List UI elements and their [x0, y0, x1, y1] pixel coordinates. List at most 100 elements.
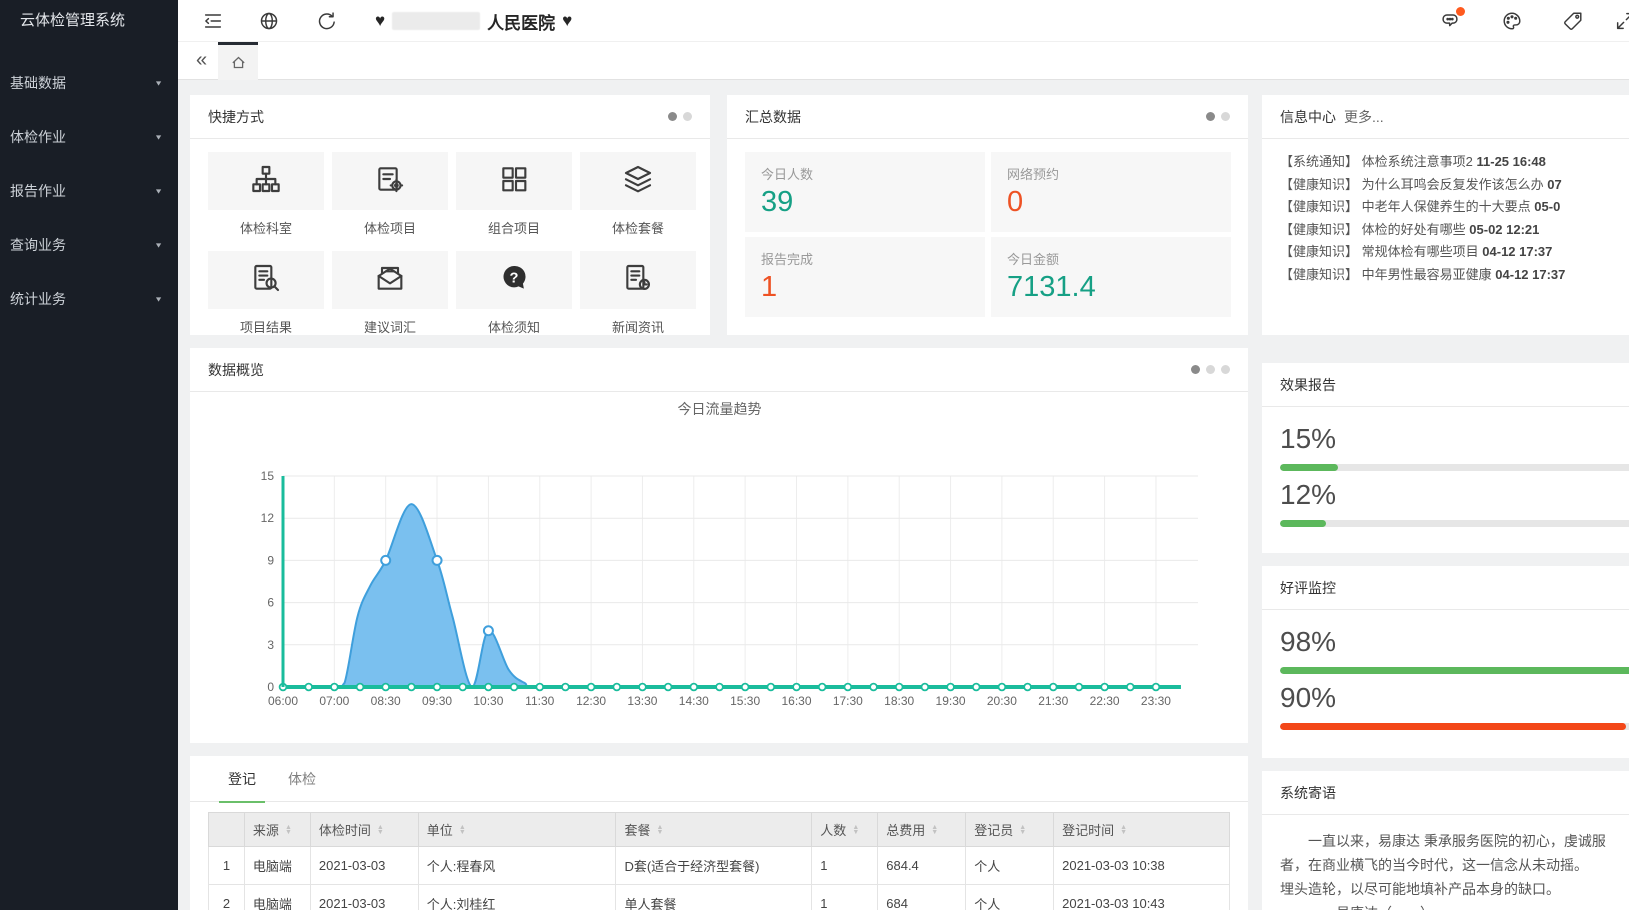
col-套餐[interactable]: 套餐▲▼: [616, 813, 812, 847]
refresh-icon[interactable]: [316, 10, 338, 32]
col-总费用[interactable]: 总费用▲▼: [878, 813, 966, 847]
topbar: ♥ 人民医院 ♥: [178, 0, 1629, 42]
metric: 90%: [1280, 682, 1629, 730]
table-cell: 1: [812, 885, 878, 910]
system-message-line: ——易康达（……）: [1280, 901, 1629, 910]
carousel-dot[interactable]: [1221, 112, 1230, 121]
tag-icon[interactable]: [1562, 10, 1584, 32]
panel-data-overview: 数据概览 今日流量趋势0369121506:0007:0008:3009:301…: [190, 348, 1248, 743]
info-item[interactable]: 【系统通知】 体检系统注意事项2 11-25 16:48: [1280, 151, 1629, 174]
tab-体检[interactable]: 体检: [272, 756, 332, 802]
info-item[interactable]: 【健康知识】 中老年人保健养生的十大要点 05-0: [1280, 196, 1629, 219]
shortcut-item-3[interactable]: 组合项目: [456, 152, 572, 237]
more-link[interactable]: 更多...: [1344, 107, 1384, 127]
panel-title: 汇总数据: [745, 107, 801, 127]
stat-label: 今日金额: [1007, 249, 1215, 268]
shortcut-item-5[interactable]: 项目结果: [208, 251, 324, 336]
info-time: 05-02 12:21: [1469, 222, 1539, 237]
progress-fill: [1280, 723, 1626, 730]
shortcut-label: 新闻资讯: [612, 317, 664, 336]
shortcut-label: 组合项目: [488, 218, 540, 237]
info-item[interactable]: 【健康知识】 为什么耳鸣会反复发作该怎么办 07: [1280, 174, 1629, 197]
collapse-sidebar-button[interactable]: «: [188, 42, 215, 80]
col-登记时间[interactable]: 登记时间▲▼: [1054, 813, 1230, 847]
svg-text:10:30: 10:30: [473, 694, 503, 708]
panel-shortcuts: 快捷方式 体检科室 体检项目 组合项目 体检套餐 项目结果 建议词汇 ? 体检须…: [190, 95, 710, 335]
col-体检时间[interactable]: 体检时间▲▼: [310, 813, 418, 847]
fullscreen-icon[interactable]: [1614, 10, 1629, 32]
shortcut-item-4[interactable]: 体检套餐: [580, 152, 696, 237]
palette-icon[interactable]: [1501, 10, 1523, 32]
shortcut-item-8[interactable]: 新闻资讯: [580, 251, 696, 336]
chevron-down-icon: ▼: [154, 187, 163, 195]
col-登记员[interactable]: 登记员▲▼: [966, 813, 1054, 847]
table-cell: 684: [878, 885, 966, 910]
sidebar-item-5[interactable]: 统计业务▼: [0, 272, 178, 326]
svg-text:12: 12: [261, 511, 275, 525]
info-item[interactable]: 【健康知识】 体检的好处有哪些 05-02 12:21: [1280, 219, 1629, 242]
svg-text:?: ?: [510, 270, 519, 286]
stat-label: 网络预约: [1007, 164, 1215, 183]
doc-gear-icon: [374, 163, 406, 200]
carousel-dot[interactable]: [1191, 365, 1200, 374]
effect-metrics: 15% 12%: [1262, 407, 1629, 535]
sidebar-item-1[interactable]: 基础数据▼: [0, 56, 178, 110]
chat-bubble-icon[interactable]: [1439, 10, 1461, 32]
panel-info-center: 信息中心 更多... 【系统通知】 体检系统注意事项2 11-25 16:48【…: [1262, 95, 1629, 335]
carousel-dot[interactable]: [1206, 365, 1215, 374]
stat-label: 报告完成: [761, 249, 969, 268]
shortcut-item-1[interactable]: 体检科室: [208, 152, 324, 237]
svg-text:3: 3: [267, 638, 274, 652]
col-来源[interactable]: 来源▲▼: [244, 813, 310, 847]
info-item[interactable]: 【健康知识】 中年男性最容易亚健康 04-12 17:37: [1280, 264, 1629, 287]
table-row[interactable]: 2电脑端2021-03-03个人:刘桂红单人套餐1684个人2021-03-03…: [209, 885, 1230, 910]
info-item[interactable]: 【健康知识】 常规体检有哪些项目 04-12 17:37: [1280, 241, 1629, 264]
carousel-dot[interactable]: [1206, 112, 1215, 121]
sort-icons: ▲▼: [1120, 825, 1127, 835]
grid-icon: [498, 163, 530, 200]
panel-summary: 汇总数据 今日人数 39 网络预约 0 报告完成 1 今日金额 7131.4: [727, 95, 1248, 335]
carousel-dot[interactable]: [668, 112, 677, 121]
worklist-tabs: 登记体检: [190, 756, 1248, 802]
table-cell: 684.4: [878, 847, 966, 885]
svg-text:9: 9: [267, 553, 274, 567]
stat-value: 7131.4: [1007, 271, 1215, 304]
svg-text:19:30: 19:30: [936, 694, 966, 708]
shortcut-label: 体检项目: [364, 218, 416, 237]
shortcut-item-2[interactable]: 体检项目: [332, 152, 448, 237]
carousel-dot[interactable]: [1221, 365, 1230, 374]
sidebar-item-3[interactable]: 报告作业▼: [0, 164, 178, 218]
progress-fill: [1280, 520, 1326, 527]
svg-text:06:00: 06:00: [268, 694, 298, 708]
metric-value: 15%: [1280, 423, 1629, 455]
col-人数[interactable]: 人数▲▼: [812, 813, 878, 847]
sidebar-item-2[interactable]: 体检作业▼: [0, 110, 178, 164]
info-text: 中老年人保健养生的十大要点: [1362, 199, 1531, 214]
stat-value: 39: [761, 186, 969, 219]
sidebar-item-label: 基础数据: [10, 73, 66, 93]
svg-text:12:30: 12:30: [576, 694, 606, 708]
panel-rating-monitor: 好评监控 98% 90%: [1262, 566, 1629, 758]
shortcut-item-7[interactable]: ? 体检须知: [456, 251, 572, 336]
info-time: 04-12 17:37: [1495, 267, 1565, 282]
sidebar-menu: 基础数据▼体检作业▼报告作业▼查询业务▼统计业务▼: [0, 42, 178, 326]
table-row[interactable]: 1电脑端2021-03-03个人:程春风D套(适合于经济型套餐)1684.4个人…: [209, 847, 1230, 885]
shortcut-item-6[interactable]: 建议词汇: [332, 251, 448, 336]
info-time: 05-0: [1534, 199, 1560, 214]
system-message-line: 埋头造轮，以尽可能地填补产品本身的缺口。: [1280, 877, 1629, 901]
carousel-dot[interactable]: [683, 112, 692, 121]
chevron-down-icon: ▼: [154, 241, 163, 249]
carousel-dots: [1191, 365, 1230, 374]
menu-fold-icon[interactable]: [202, 10, 224, 32]
system-message-line: 一直以来，易康达 秉承服务医院的初心，虔诚服: [1280, 829, 1629, 853]
globe-icon[interactable]: [258, 10, 280, 32]
tab-登记[interactable]: 登记: [212, 756, 272, 802]
svg-text:0: 0: [267, 680, 274, 694]
metric-value: 90%: [1280, 682, 1629, 714]
shortcut-label: 建议词汇: [364, 317, 416, 336]
col-单位[interactable]: 单位▲▼: [418, 813, 616, 847]
info-tag: 【系统通知】: [1280, 154, 1358, 169]
tab-home[interactable]: [218, 42, 258, 80]
mail-open-icon: [374, 262, 406, 299]
sidebar-item-4[interactable]: 查询业务▼: [0, 218, 178, 272]
